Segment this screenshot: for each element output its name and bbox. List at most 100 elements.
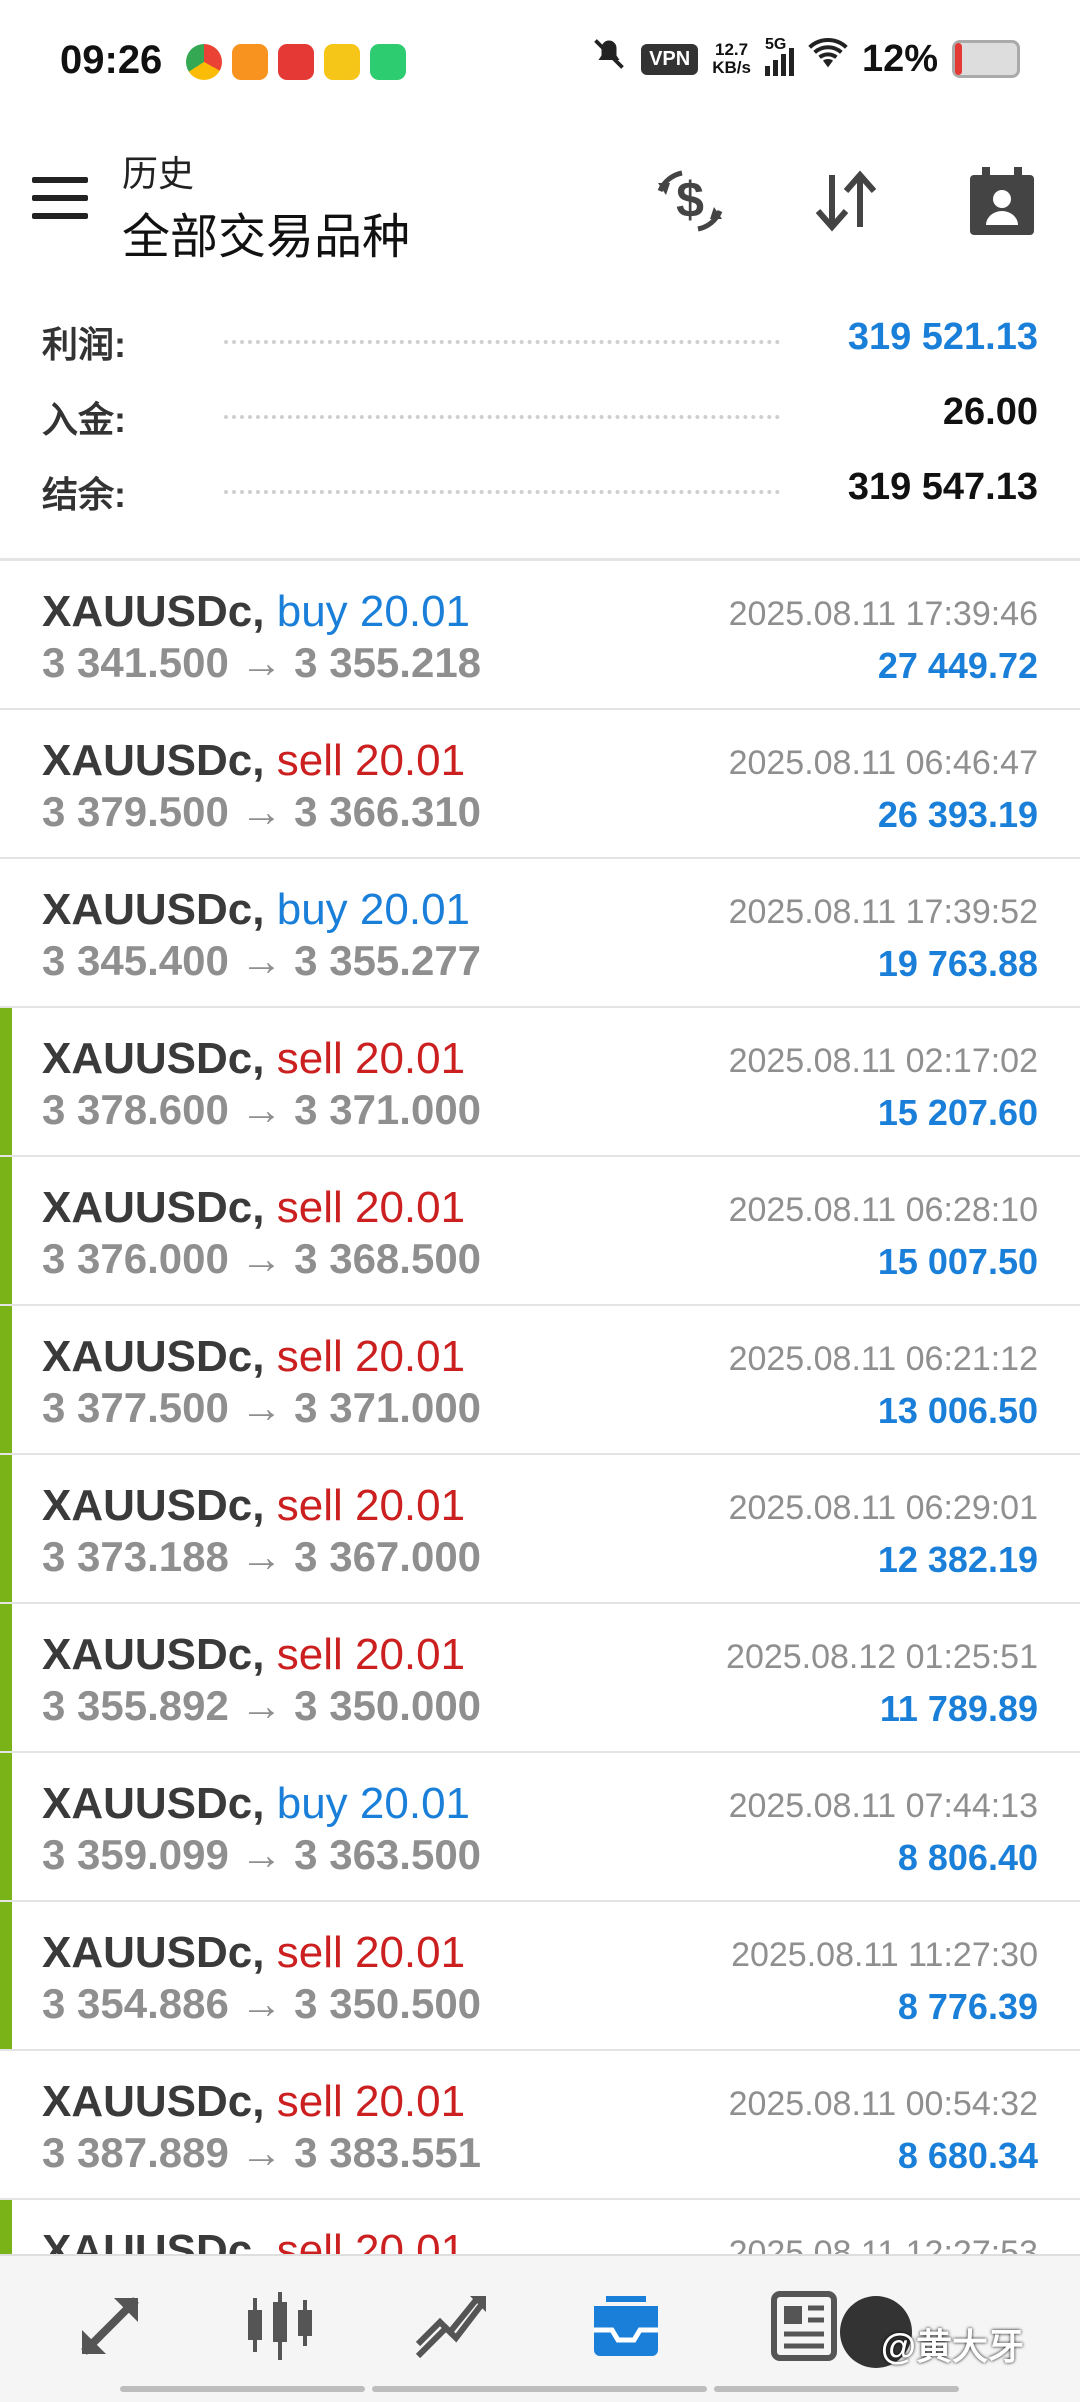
trade-symbol: XAUUSDc, sell 20.01 — [42, 1034, 465, 1084]
trade-prices: 3 377.500 → 3 371.000 — [42, 1384, 482, 1431]
trade-prices: 3 373.188 → 3 367.000 — [42, 1533, 482, 1580]
trade-time: 2025.08.11 06:46:47 — [728, 744, 1038, 782]
trade-row[interactable]: XAUUSDc, sell 20.01 3 379.500 → 3 366.310… — [0, 710, 1080, 859]
profit-label: 利润: — [42, 324, 126, 365]
trade-symbol: XAUUSDc, sell 20.01 — [42, 1928, 465, 1978]
trade-direction: sell 20.01 — [276, 736, 466, 785]
nav-indicator — [120, 2386, 365, 2392]
trade-prices: 3 378.600 → 3 371.000 — [42, 1086, 482, 1133]
trade-time: 2025.08.11 06:28:10 — [728, 1191, 1038, 1229]
trade-direction: buy 20.01 — [276, 885, 471, 934]
trade-direction: sell 20.01 — [276, 2077, 466, 2126]
deposit-value: 26.00 — [942, 391, 1038, 433]
menu-icon[interactable] — [32, 177, 88, 221]
nav-indicator — [714, 2386, 959, 2392]
trade-symbol-text: XAUUSDc, — [42, 1332, 265, 1381]
trade-direction: buy 20.01 — [276, 587, 471, 636]
trade-list: XAUUSDc, buy 20.01 3 341.500 → 3 355.218 2… — [0, 561, 1080, 2349]
trade-prices: 3 359.099 → 3 363.500 — [42, 1831, 482, 1878]
trade-direction: sell 20.01 — [276, 1332, 466, 1381]
trade-row[interactable]: XAUUSDc, buy 20.01 3 345.400 → 3 355.277 2… — [0, 859, 1080, 1008]
chrome-icon — [186, 44, 222, 80]
trade-profit: 11 789.89 — [879, 1688, 1038, 1729]
trade-symbol: XAUUSDc, sell 20.01 — [42, 1481, 465, 1531]
trade-row[interactable]: XAUUSDc, buy 20.01 3 359.099 → 3 363.500 2… — [0, 1753, 1080, 1902]
app-orange-icon — [232, 44, 268, 80]
trade-time: 2025.08.11 17:39:52 — [728, 893, 1038, 931]
trade-profit: 13 006.50 — [877, 1390, 1038, 1431]
nav-history-icon[interactable] — [586, 2286, 666, 2366]
trade-symbol: XAUUSDc, sell 20.01 — [42, 2077, 465, 2127]
trade-time: 2025.08.11 17:39:46 — [728, 595, 1038, 633]
wifi-icon — [808, 37, 848, 81]
trade-symbol-text: XAUUSDc, — [42, 587, 265, 636]
calendar-contact-icon[interactable] — [962, 161, 1042, 241]
trade-row[interactable]: XAUUSDc, sell 20.01 3 378.600 → 3 371.000… — [0, 1008, 1080, 1157]
trade-symbol-text: XAUUSDc, — [42, 2077, 265, 2126]
signal-icon: 5G — [764, 36, 794, 76]
trade-profit: 26 393.19 — [877, 794, 1038, 835]
nav-trade-icon[interactable] — [410, 2286, 490, 2366]
watermark-text: @黄大牙 — [880, 2326, 1024, 2367]
trade-symbol: XAUUSDc, sell 20.01 — [42, 1630, 465, 1680]
app-toolbar: 历史 全部交易品种 $ — [0, 125, 1080, 285]
network-type: 5G — [764, 36, 787, 53]
trade-symbol-text: XAUUSDc, — [42, 1779, 265, 1828]
trade-accent-bar — [0, 1455, 12, 1602]
trade-accent-bar — [0, 1008, 12, 1155]
trade-row[interactable]: XAUUSDc, sell 20.01 3 373.188 → 3 367.000… — [0, 1455, 1080, 1604]
nav-quotes-icon[interactable] — [70, 2286, 150, 2366]
trade-accent-bar — [0, 1306, 12, 1453]
nav-indicator-bars — [0, 2386, 1080, 2392]
page-title[interactable]: 全部交易品种 — [122, 197, 410, 267]
trade-accent-bar — [0, 1604, 12, 1751]
trade-time: 2025.08.12 01:25:51 — [726, 1638, 1038, 1676]
trade-prices: 3 341.500 → 3 355.218 — [42, 639, 482, 686]
page-subtitle: 历史 — [122, 153, 195, 194]
deposit-label: 入金: — [42, 399, 126, 440]
trade-prices: 3 379.500 → 3 366.310 — [42, 788, 482, 835]
bottom-navigation: @黄大牙 — [0, 2254, 1080, 2402]
trade-row[interactable]: XAUUSDc, sell 20.01 3 387.889 → 3 383.551… — [0, 2051, 1080, 2200]
nav-news-icon[interactable] — [764, 2286, 844, 2366]
status-right: VPN 12.7 KB/s 5G 12% — [591, 36, 1020, 82]
trade-direction: sell 20.01 — [276, 1630, 466, 1679]
trade-symbol-text: XAUUSDc, — [42, 1928, 265, 1977]
trade-row[interactable]: XAUUSDc, sell 20.01 3 376.000 → 3 368.500… — [0, 1157, 1080, 1306]
trade-accent-bar — [0, 1902, 12, 2049]
sort-icon[interactable] — [806, 161, 886, 241]
trade-profit: 19 763.88 — [877, 943, 1038, 984]
balance-value: 319 547.13 — [847, 466, 1038, 508]
nav-indicator — [372, 2386, 707, 2392]
trade-row[interactable]: XAUUSDc, sell 20.01 3 354.886 → 3 350.500… — [0, 1902, 1080, 2051]
summary-balance-row: 结余: 319 547.13 — [0, 450, 1080, 525]
trade-profit: 15 207.60 — [877, 1092, 1038, 1133]
trade-row[interactable]: XAUUSDc, sell 20.01 3 377.500 → 3 371.000… — [0, 1306, 1080, 1455]
trade-symbol-text: XAUUSDc, — [42, 885, 265, 934]
trade-symbol-text: XAUUSDc, — [42, 1630, 265, 1679]
currency-swap-icon[interactable]: $ — [650, 161, 730, 241]
trade-symbol: XAUUSDc, buy 20.01 — [42, 587, 470, 637]
trade-prices: 3 355.892 → 3 350.000 — [42, 1682, 482, 1729]
battery-icon — [952, 40, 1020, 78]
battery-percent: 12% — [861, 37, 938, 80]
trade-row[interactable]: XAUUSDc, sell 20.01 3 355.892 → 3 350.000… — [0, 1604, 1080, 1753]
trade-time: 2025.08.11 02:17:02 — [728, 1042, 1038, 1080]
status-bar: 09:26 VPN 12.7 KB/s 5G 12% — [0, 0, 1080, 125]
trade-profit: 8 680.34 — [897, 2135, 1038, 2176]
trade-time: 2025.08.11 06:21:12 — [728, 1340, 1038, 1378]
vpn-badge: VPN — [641, 43, 699, 75]
trade-prices: 3 345.400 → 3 355.277 — [42, 937, 482, 984]
dotted-leader — [224, 340, 780, 344]
summary-deposit-row: 入金: 26.00 — [0, 375, 1080, 450]
network-speed-value: 12.7 — [715, 40, 749, 59]
dotted-leader — [224, 415, 780, 419]
mute-icon — [591, 36, 627, 82]
trade-symbol-text: XAUUSDc, — [42, 1034, 265, 1083]
trade-row[interactable]: XAUUSDc, buy 20.01 3 341.500 → 3 355.218 2… — [0, 561, 1080, 710]
dotted-leader — [224, 490, 780, 494]
app-red-icon — [278, 44, 314, 80]
trade-profit: 15 007.50 — [877, 1241, 1038, 1282]
trade-symbol: XAUUSDc, buy 20.01 — [42, 1779, 470, 1829]
nav-chart-icon[interactable] — [240, 2286, 320, 2366]
